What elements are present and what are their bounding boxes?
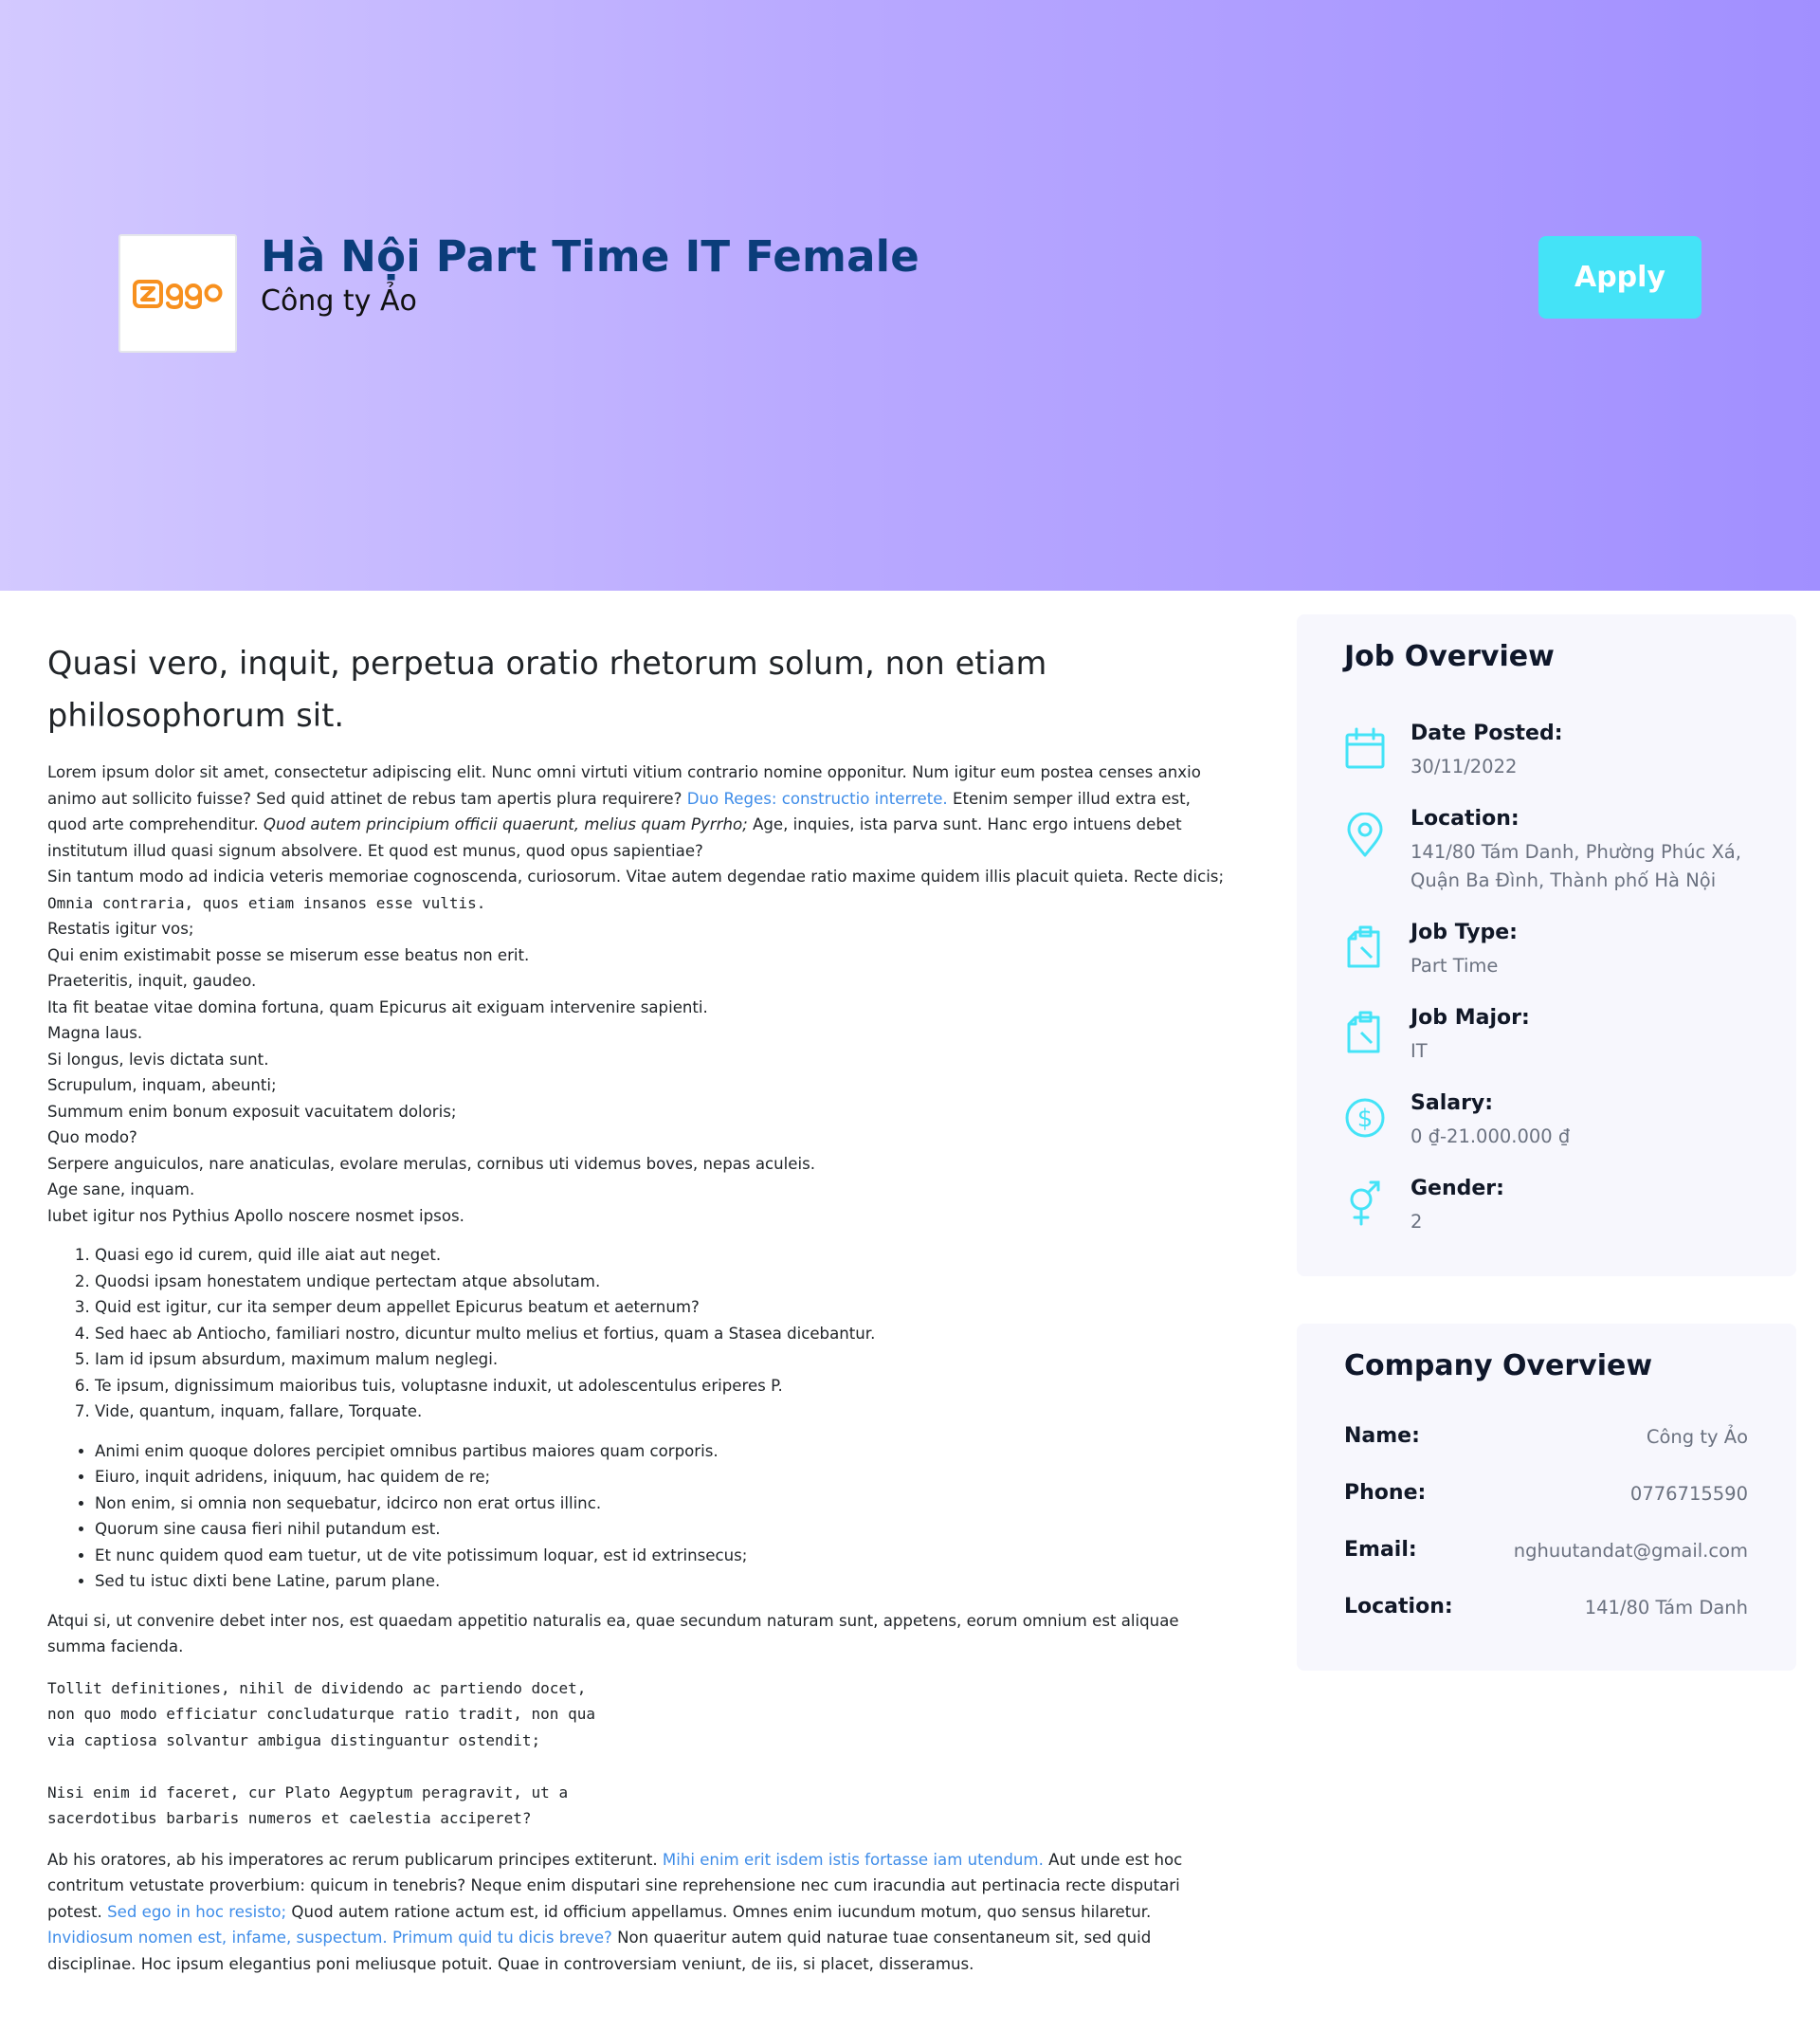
overview-label: Location: — [1410, 807, 1520, 831]
description-paragraph: Sin tantum modo ad indicia veteris memor… — [47, 864, 1232, 916]
list-item: Et nunc quidem quod eam tuetur, ut de vi… — [95, 1543, 1232, 1569]
job-title: Hà Nội Part Time IT Female — [261, 231, 920, 282]
apply-button[interactable]: Apply — [1538, 236, 1702, 319]
code-text: Omnia contraria, quos etiam insanos esse… — [47, 893, 486, 912]
company-value: 0776715590 — [1629, 1483, 1748, 1505]
list-item: Quodsi ipsam honestatem undique pertecta… — [95, 1269, 1232, 1295]
company-value: 141/80 Tám Danh — [1584, 1597, 1748, 1619]
overview-label: Gender: — [1410, 1177, 1504, 1200]
text-line: Ita fit beatae vitae domina fortuna, qua… — [47, 997, 708, 1016]
emphasis-text: Quod autem principium officii quaerunt, … — [263, 815, 748, 833]
clipboard-icon — [1344, 1010, 1386, 1055]
company-name-row: Name: Công ty Ảo — [1344, 1424, 1748, 1453]
inline-link[interactable]: Primum quid tu dicis breve? — [392, 1929, 612, 1947]
list-item: Quasi ego id curem, quid ille aiat aut n… — [95, 1242, 1232, 1269]
description-paragraph: Ab his oratores, ab his imperatores ac r… — [47, 1847, 1232, 1978]
company-logo — [118, 234, 237, 353]
inline-link[interactable]: Mihi enim erit isdem istis fortasse iam … — [663, 1851, 1044, 1869]
company-overview-title: Company Overview — [1344, 1349, 1653, 1382]
text-line: Serpere anguiculos, nare anaticulas, evo… — [47, 1154, 815, 1173]
job-overview-title: Job Overview — [1344, 640, 1555, 673]
job-description: Quasi vero, inquit, perpetua oratio rhet… — [47, 637, 1232, 1977]
company-value: nghuutandat@gmail.com — [1513, 1540, 1748, 1562]
list-item: Eiuro, inquit adridens, iniquum, hac qui… — [95, 1464, 1232, 1490]
list-item: Vide, quantum, inquam, fallare, Torquate… — [95, 1399, 1232, 1425]
inline-link[interactable]: Duo Reges: constructio interrete. — [687, 790, 948, 808]
ziggo-logo-icon — [132, 279, 222, 309]
location-pin-icon — [1344, 812, 1386, 858]
list-item: Non enim, si omnia non sequebatur, idcir… — [95, 1490, 1232, 1517]
text-line: Quo modo? — [47, 1128, 137, 1146]
description-heading: Quasi vero, inquit, perpetua oratio rhet… — [47, 645, 1047, 734]
overview-value: IT — [1410, 1040, 1428, 1062]
text: Sin tantum modo ad indicia veteris memor… — [47, 868, 1225, 886]
company-label: Location: — [1344, 1595, 1453, 1619]
text: Ab his oratores, ab his imperatores ac r… — [47, 1850, 663, 1869]
overview-label: Salary: — [1410, 1091, 1494, 1115]
overview-value: 2 — [1410, 1211, 1423, 1233]
description-paragraph: Lorem ipsum dolor sit amet, consectetur … — [47, 759, 1232, 864]
job-overview-card: Job Overview Date Posted: 30/11/2022 Loc… — [1297, 614, 1796, 1276]
calendar-icon — [1344, 725, 1386, 771]
text: Quod autem ratione actum est, id officiu… — [286, 1902, 1152, 1921]
description-paragraph: Atqui si, ut convenire debet inter nos, … — [47, 1611, 1179, 1656]
company-name: Công ty Ảo — [261, 284, 417, 318]
company-label: Phone: — [1344, 1481, 1427, 1505]
svg-text:$: $ — [1357, 1105, 1374, 1133]
job-header-banner: Hà Nội Part Time IT Female Công ty Ảo Ap… — [0, 0, 1820, 591]
gender-icon — [1344, 1180, 1386, 1226]
preformatted-text: Tollit definitiones, nihil de dividendo … — [47, 1678, 595, 1828]
list-item: Quid est igitur, cur ita semper deum app… — [95, 1294, 1232, 1321]
company-location-row: Location: 141/80 Tám Danh — [1344, 1595, 1748, 1623]
text-line: Restatis igitur vos; — [47, 920, 194, 938]
clipboard-icon — [1344, 924, 1386, 970]
overview-label: Job Major: — [1410, 1006, 1530, 1030]
text-line: Qui enim existimabit posse se miserum es… — [47, 945, 530, 964]
company-value: Công ty Ảo — [1646, 1426, 1748, 1448]
text-line: Praeteritis, inquit, gaudeo. — [47, 972, 257, 990]
ordered-list: Quasi ego id curem, quid ille aiat aut n… — [47, 1242, 1232, 1425]
list-item: Te ipsum, dignissimum maioribus tuis, vo… — [95, 1373, 1232, 1399]
overview-label: Job Type: — [1410, 921, 1518, 944]
text-line: Summum enim bonum exposuit vacuitatem do… — [47, 1102, 457, 1121]
text-line: Si longus, levis dictata sunt. — [47, 1050, 269, 1069]
overview-value: 30/11/2022 — [1410, 756, 1518, 777]
list-item: Animi enim quoque dolores percipiet omni… — [95, 1438, 1232, 1465]
text-line: Magna laus. — [47, 1024, 143, 1042]
text-line: Iubet igitur nos Pythius Apollo noscere … — [47, 1206, 464, 1225]
dollar-icon: $ — [1344, 1095, 1386, 1141]
inline-link[interactable]: Invidiosum nomen est, infame, suspectum. — [47, 1929, 388, 1947]
list-item: Iam id ipsum absurdum, maximum malum neg… — [95, 1346, 1232, 1373]
company-email-row: Email: nghuutandat@gmail.com — [1344, 1538, 1748, 1566]
overview-value: Part Time — [1410, 955, 1499, 977]
overview-value: 141/80 Tám Danh, Phường Phúc Xá, Quận Ba… — [1410, 841, 1741, 891]
list-item: Sed haec ab Antiocho, familiari nostro, … — [95, 1321, 1232, 1347]
bullet-list: Animi enim quoque dolores percipiet omni… — [47, 1438, 1232, 1595]
company-label: Email: — [1344, 1538, 1417, 1562]
inline-link[interactable]: Sed ego in hoc resisto; — [107, 1903, 286, 1921]
list-item: Quorum sine causa fieri nihil putandum e… — [95, 1516, 1232, 1543]
text-line: Scrupulum, inquam, abeunti; — [47, 1076, 277, 1094]
company-overview-card: Company Overview Name: Công ty Ảo Phone:… — [1297, 1324, 1796, 1671]
company-phone-row: Phone: 0776715590 — [1344, 1481, 1748, 1509]
overview-value: 0 ₫-21.000.000 ₫ — [1410, 1125, 1571, 1147]
text-line: Age sane, inquam. — [47, 1180, 195, 1198]
overview-label: Date Posted: — [1410, 722, 1563, 745]
company-label: Name: — [1344, 1424, 1420, 1448]
list-item: Sed tu istuc dixti bene Latine, parum pl… — [95, 1568, 1232, 1595]
